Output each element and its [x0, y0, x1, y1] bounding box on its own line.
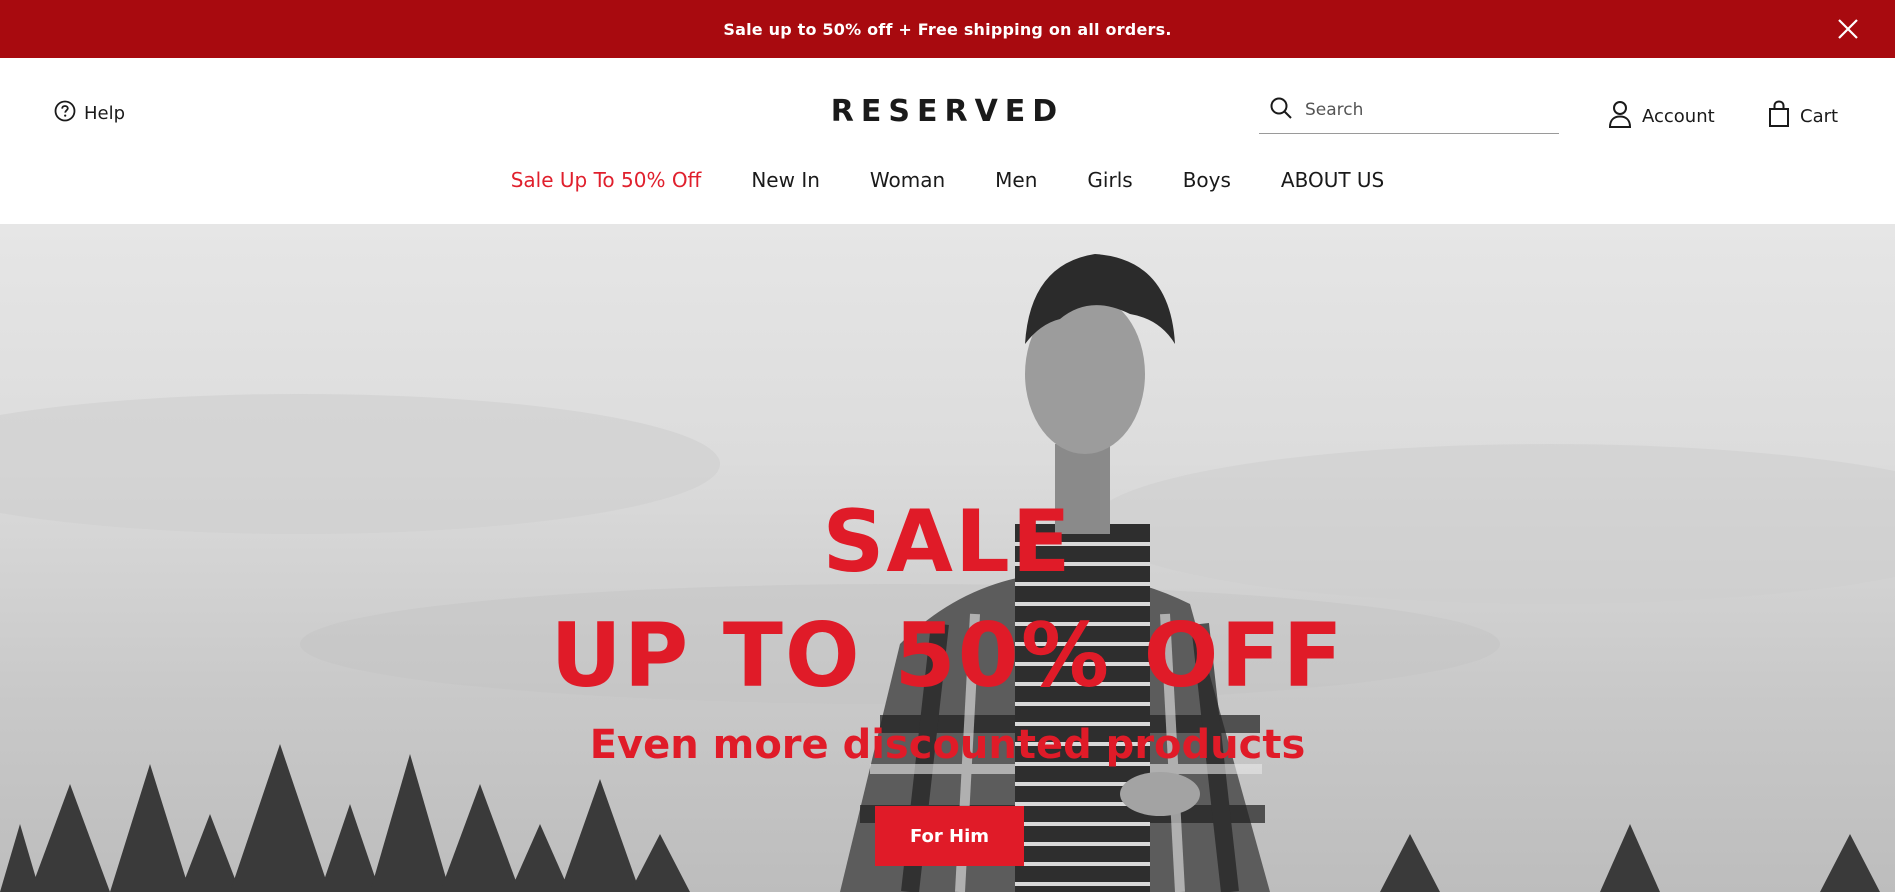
nav-item-men[interactable]: Men	[970, 168, 1062, 192]
nav-item-boys[interactable]: Boys	[1158, 168, 1256, 192]
search-icon	[1269, 96, 1293, 124]
shopping-bag-icon	[1768, 100, 1790, 133]
hero-banner: SALE UP TO 50% OFF Even more discounted …	[0, 224, 1895, 892]
nav-item-sale[interactable]: Sale Up To 50% Off	[486, 168, 727, 192]
account-link[interactable]: Account	[1608, 100, 1715, 133]
search-box[interactable]	[1259, 86, 1559, 134]
promo-bar: Sale up to 50% off + Free shipping on al…	[0, 0, 1895, 58]
search-input[interactable]	[1305, 99, 1535, 120]
main-nav: Sale Up To 50% Off New In Woman Men Girl…	[0, 168, 1895, 192]
nav-item-girls[interactable]: Girls	[1062, 168, 1157, 192]
hero-tagline: Even more discounted products	[589, 722, 1306, 768]
cart-link[interactable]: Cart	[1768, 100, 1838, 133]
account-label: Account	[1642, 106, 1715, 127]
for-him-button[interactable]: For Him	[875, 806, 1024, 866]
hero-title: SALE	[822, 492, 1073, 592]
nav-item-new-in[interactable]: New In	[726, 168, 845, 192]
nav-item-woman[interactable]: Woman	[845, 168, 970, 192]
user-icon	[1608, 100, 1632, 133]
site-header: Help RESERVED Account Cart	[0, 58, 1895, 224]
close-icon[interactable]	[1833, 14, 1863, 44]
nav-item-about-us[interactable]: ABOUT US	[1256, 168, 1409, 192]
promo-text: Sale up to 50% off + Free shipping on al…	[723, 19, 1172, 39]
cart-label: Cart	[1800, 106, 1839, 127]
hero-subtitle: UP TO 50% OFF	[550, 604, 1345, 707]
